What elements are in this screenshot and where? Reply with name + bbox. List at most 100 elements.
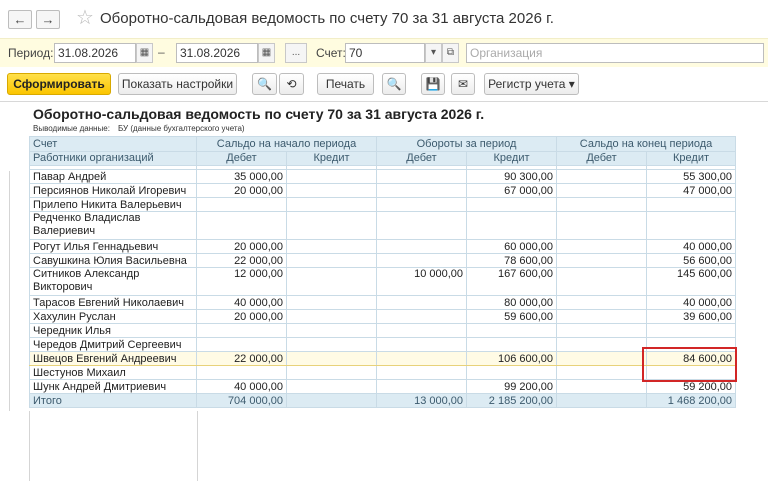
amount-cell[interactable] [285,351,378,366]
table-row[interactable]: Савушкина Юлия Васильевна 22 000,00 78 600… [29,253,737,268]
employee-name-cell[interactable]: Прилепо Никита Валерьевич [29,197,197,212]
amount-cell[interactable] [285,253,378,268]
amount-cell[interactable] [376,309,468,324]
amount-cell[interactable]: 55 300,00 [646,169,737,184]
send-mail-button[interactable]: ✉ [451,73,475,95]
favorite-star-icon[interactable]: ☆ [76,7,94,29]
amount-cell[interactable] [376,351,468,366]
search-button[interactable]: 🔍 [252,73,277,95]
print-button[interactable]: Печать [317,73,374,95]
amount-cell[interactable]: 78 600,00 [466,253,558,268]
organization-input[interactable]: Организация [466,43,764,63]
amount-cell[interactable] [376,253,468,268]
amount-cell[interactable] [285,379,378,394]
amount-cell[interactable] [285,365,378,380]
amount-cell[interactable]: 20 000,00 [196,183,287,198]
amount-cell[interactable]: 67 000,00 [466,183,558,198]
table-row[interactable]: Хахулин Руслан 20 000,00 59 600,00 39 600,0… [29,309,737,324]
table-row[interactable]: Чередник Илья [29,323,737,338]
amount-cell[interactable] [376,211,468,240]
amount-cell[interactable]: 99 200,00 [466,379,558,394]
employee-name-cell[interactable]: Швецов Евгений Андреевич [29,351,197,366]
amount-cell[interactable] [285,183,378,198]
employee-name-cell[interactable]: Ситников Александр Викторович [29,267,197,296]
employee-name-cell[interactable]: Павар Андрей [29,169,197,184]
employee-name-cell[interactable]: Шестунов Михаил [29,365,197,380]
amount-cell[interactable]: 56 600,00 [646,253,737,268]
register-button[interactable]: Регистр учета ▾ [484,73,579,95]
table-row[interactable]: Швецов Евгений Андреевич 22 000,00 106 600… [29,351,737,366]
show-settings-button[interactable]: Показать настройки [118,73,237,95]
employee-name-cell[interactable]: Савушкина Юлия Васильевна [29,253,197,268]
amount-cell[interactable] [376,197,468,212]
employee-name-cell[interactable]: Редченко Владислав Валериевич [29,211,197,240]
amount-cell[interactable] [196,337,287,352]
amount-cell[interactable] [285,323,378,338]
amount-cell[interactable] [285,337,378,352]
amount-cell[interactable]: 145 600,00 [646,267,737,296]
calendar-to-button[interactable]: ▦ [258,43,275,63]
total-amount-cell[interactable]: 2 185 200,00 [466,393,558,408]
calendar-from-button[interactable]: ▦ [136,43,153,63]
amount-cell[interactable] [556,351,648,366]
total-amount-cell[interactable]: 704 000,00 [196,393,287,408]
amount-cell[interactable] [556,365,648,380]
amount-cell[interactable] [466,337,558,352]
amount-cell[interactable] [466,197,558,212]
total-amount-cell[interactable] [556,393,648,408]
amount-cell[interactable]: 60 000,00 [466,239,558,254]
amount-cell[interactable]: 40 000,00 [196,379,287,394]
amount-cell[interactable]: 84 600,00 [646,351,737,366]
amount-cell[interactable]: 80 000,00 [466,295,558,310]
amount-cell[interactable] [285,211,378,240]
amount-cell[interactable] [285,197,378,212]
amount-cell[interactable] [376,239,468,254]
amount-cell[interactable] [556,267,648,296]
amount-cell[interactable] [285,267,378,296]
employee-name-cell[interactable]: Персиянов Николай Игоревич [29,183,197,198]
save-button[interactable]: 💾 [421,73,445,95]
amount-cell[interactable] [376,337,468,352]
total-label-cell[interactable]: Итого [29,393,197,408]
total-amount-cell[interactable]: 13 000,00 [376,393,468,408]
table-row[interactable]: Персиянов Николай Игоревич 20 000,00 67 00… [29,183,737,198]
amount-cell[interactable] [556,309,648,324]
amount-cell[interactable]: 12 000,00 [196,267,287,296]
amount-cell[interactable] [556,253,648,268]
amount-cell[interactable] [556,239,648,254]
amount-cell[interactable] [556,323,648,338]
amount-cell[interactable]: 40 000,00 [646,239,737,254]
amount-cell[interactable] [466,365,558,380]
employee-name-cell[interactable]: Чередник Илья [29,323,197,338]
generate-button[interactable]: Сформировать [7,73,111,95]
table-row[interactable]: Тарасов Евгений Николаевич 40 000,00 80 00… [29,295,737,310]
amount-cell[interactable] [556,169,648,184]
employee-name-cell[interactable]: Чередов Дмитрий Сергеевич [29,337,197,352]
amount-cell[interactable]: 20 000,00 [196,239,287,254]
amount-cell[interactable] [646,365,737,380]
amount-cell[interactable]: 39 600,00 [646,309,737,324]
amount-cell[interactable] [376,379,468,394]
search-cancel-button[interactable]: ⟲ [279,73,304,95]
table-row[interactable]: Чередов Дмитрий Сергеевич [29,337,737,352]
amount-cell[interactable] [376,365,468,380]
amount-cell[interactable]: 20 000,00 [196,309,287,324]
amount-cell[interactable] [466,211,558,240]
amount-cell[interactable]: 40 000,00 [646,295,737,310]
amount-cell[interactable] [376,295,468,310]
amount-cell[interactable] [556,183,648,198]
amount-cell[interactable] [285,169,378,184]
account-input[interactable]: 70 [345,43,425,63]
table-row[interactable]: Редченко Владислав Валериевич [29,211,737,240]
total-amount-cell[interactable] [285,393,378,408]
amount-cell[interactable]: 10 000,00 [376,267,468,296]
amount-cell[interactable] [556,197,648,212]
amount-cell[interactable]: 47 000,00 [646,183,737,198]
amount-cell[interactable]: 22 000,00 [196,253,287,268]
amount-cell[interactable]: 59 200,00 [646,379,737,394]
date-to-input[interactable]: 31.08.2026 [176,43,258,63]
employee-name-cell[interactable]: Тарасов Евгений Николаевич [29,295,197,310]
amount-cell[interactable] [196,323,287,338]
amount-cell[interactable] [556,337,648,352]
amount-cell[interactable] [646,197,737,212]
